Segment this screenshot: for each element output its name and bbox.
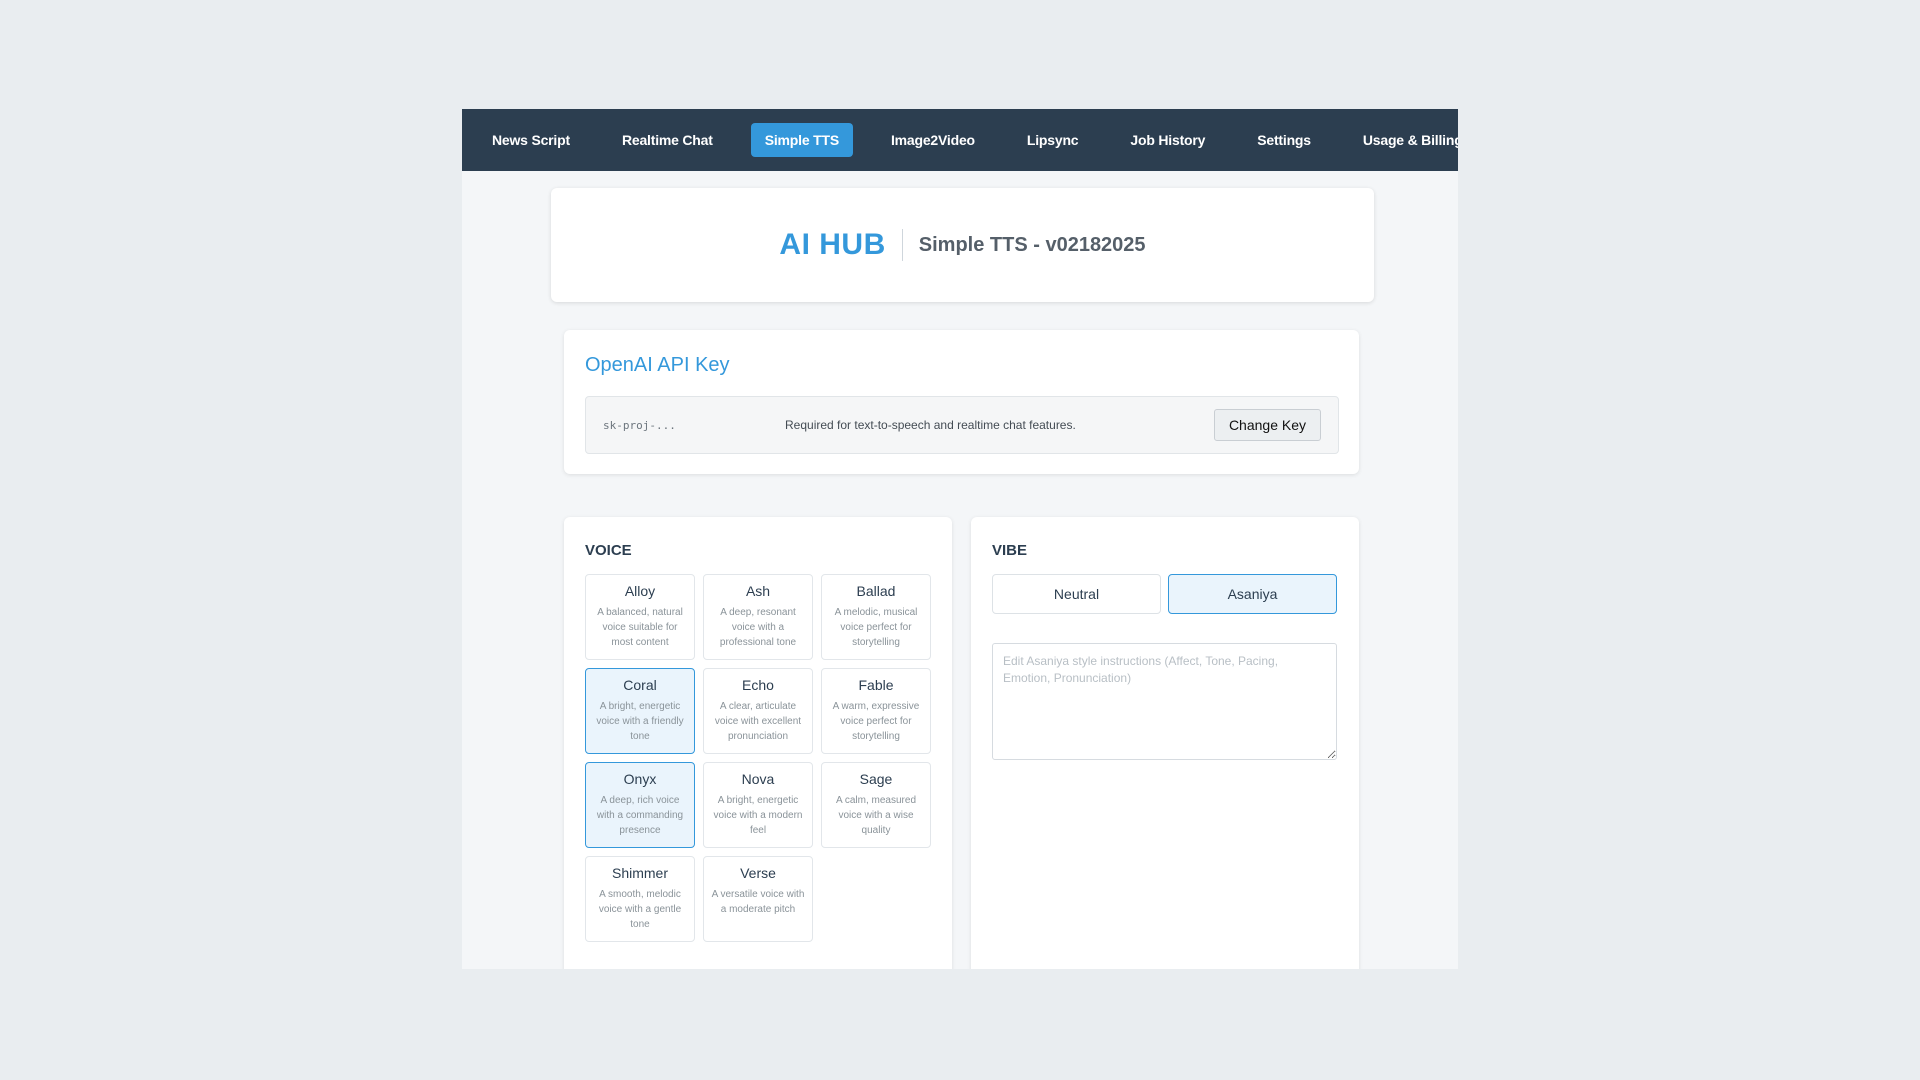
api-key-title: OpenAI API Key bbox=[585, 354, 730, 376]
voice-name: Shimmer bbox=[611, 865, 668, 881]
voice-name: Nova bbox=[741, 771, 775, 787]
voice-description: A melodic, musical voice perfect for sto… bbox=[834, 607, 918, 648]
nav-settings[interactable]: Settings bbox=[1243, 123, 1325, 157]
voice-name: Echo bbox=[742, 677, 774, 693]
api-key-row: sk-proj-... Required for text-to-speech … bbox=[585, 396, 1339, 454]
voice-description: A clear, articulate voice with excellent… bbox=[714, 701, 802, 742]
voice-option-alloy[interactable]: Alloy A balanced, natural voice suitable … bbox=[585, 574, 695, 660]
voice-card: VOICE Alloy A balanced, natural voice sui… bbox=[564, 517, 952, 969]
voice-name: Ash bbox=[745, 583, 771, 599]
header-divider bbox=[901, 229, 903, 261]
voice-name: Verse bbox=[740, 865, 776, 881]
vibe-option-neutral[interactable]: Neutral bbox=[992, 574, 1161, 614]
api-key-value: sk-proj-... bbox=[603, 418, 676, 432]
voice-name: Fable bbox=[858, 677, 894, 693]
nav-realtime-chat[interactable]: Realtime Chat bbox=[608, 123, 727, 157]
voice-description: A deep, resonant voice with a profession… bbox=[719, 607, 797, 648]
brand-title: AI HUB bbox=[779, 228, 886, 261]
change-key-button[interactable]: Change Key bbox=[1213, 409, 1321, 441]
voice-option-echo[interactable]: Echo A clear, articulate voice with excel… bbox=[703, 668, 813, 754]
nav-image2video[interactable]: Image2Video bbox=[877, 123, 989, 157]
voice-description: A deep, rich voice with a commanding pre… bbox=[596, 795, 684, 836]
voice-name: Alloy bbox=[624, 583, 656, 599]
voice-option-shimmer[interactable]: Shimmer A smooth, melodic voice with a ge… bbox=[585, 856, 695, 942]
voice-section-title: VOICE bbox=[585, 542, 632, 559]
voice-name: Ballad bbox=[856, 583, 896, 599]
nav-job-history[interactable]: Job History bbox=[1116, 123, 1219, 157]
nav-usage-billing[interactable]: Usage & Billing bbox=[1349, 123, 1458, 157]
vibe-section-title: VIBE bbox=[992, 542, 1028, 559]
nav-news-script[interactable]: News Script bbox=[478, 123, 584, 157]
voice-option-coral[interactable]: Coral A bright, energetic voice with a fr… bbox=[585, 668, 695, 754]
voice-option-fable[interactable]: Fable A warm, expressive voice perfect fo… bbox=[821, 668, 931, 754]
voice-description: A bright, energetic voice with a friendl… bbox=[596, 701, 684, 742]
nav-lipsync[interactable]: Lipsync bbox=[1013, 123, 1093, 157]
api-key-help: Required for text-to-speech and realtime… bbox=[785, 418, 1076, 432]
voice-description: A bright, energetic voice with a modern … bbox=[713, 795, 803, 836]
voice-option-onyx[interactable]: Onyx A deep, rich voice with a commanding… bbox=[585, 762, 695, 848]
api-key-card: OpenAI API Key sk-proj-... Required for … bbox=[564, 330, 1359, 474]
voice-description: A balanced, natural voice suitable for m… bbox=[597, 607, 683, 648]
nav-simple-tts[interactable]: Simple TTS bbox=[750, 123, 853, 157]
top-nav: News Script Realtime Chat Simple TTS Ima… bbox=[462, 109, 1458, 171]
vibe-options: Neutral Asaniya bbox=[992, 574, 1337, 614]
voice-description: A warm, expressive voice perfect for sto… bbox=[832, 701, 920, 742]
voice-grid: Alloy A balanced, natural voice suitable … bbox=[585, 574, 931, 942]
voice-description: A calm, measured voice with a wise quali… bbox=[835, 795, 917, 836]
voice-name: Coral bbox=[623, 677, 657, 693]
voice-option-nova[interactable]: Nova A bright, energetic voice with a mod… bbox=[703, 762, 813, 848]
voice-description: A smooth, melodic voice with a gentle to… bbox=[598, 889, 682, 930]
vibe-instructions-textarea[interactable] bbox=[992, 643, 1337, 760]
app-window: News Script Realtime Chat Simple TTS Ima… bbox=[462, 109, 1458, 969]
vibe-card: VIBE Neutral Asaniya bbox=[971, 517, 1359, 969]
header-card: AI HUB Simple TTS - v02182025 bbox=[551, 188, 1374, 302]
voice-option-verse[interactable]: Verse A versatile voice with a moderate p… bbox=[703, 856, 813, 942]
voice-name: Sage bbox=[859, 771, 893, 787]
voice-name: Onyx bbox=[623, 771, 657, 787]
page-subtitle: Simple TTS - v02182025 bbox=[918, 233, 1146, 256]
vibe-option-asaniya[interactable]: Asaniya bbox=[1168, 574, 1337, 614]
voice-description: A versatile voice with a moderate pitch bbox=[711, 889, 805, 915]
voice-option-ash[interactable]: Ash A deep, resonant voice with a profess… bbox=[703, 574, 813, 660]
voice-option-ballad[interactable]: Ballad A melodic, musical voice perfect f… bbox=[821, 574, 931, 660]
voice-option-sage[interactable]: Sage A calm, measured voice with a wise q… bbox=[821, 762, 931, 848]
